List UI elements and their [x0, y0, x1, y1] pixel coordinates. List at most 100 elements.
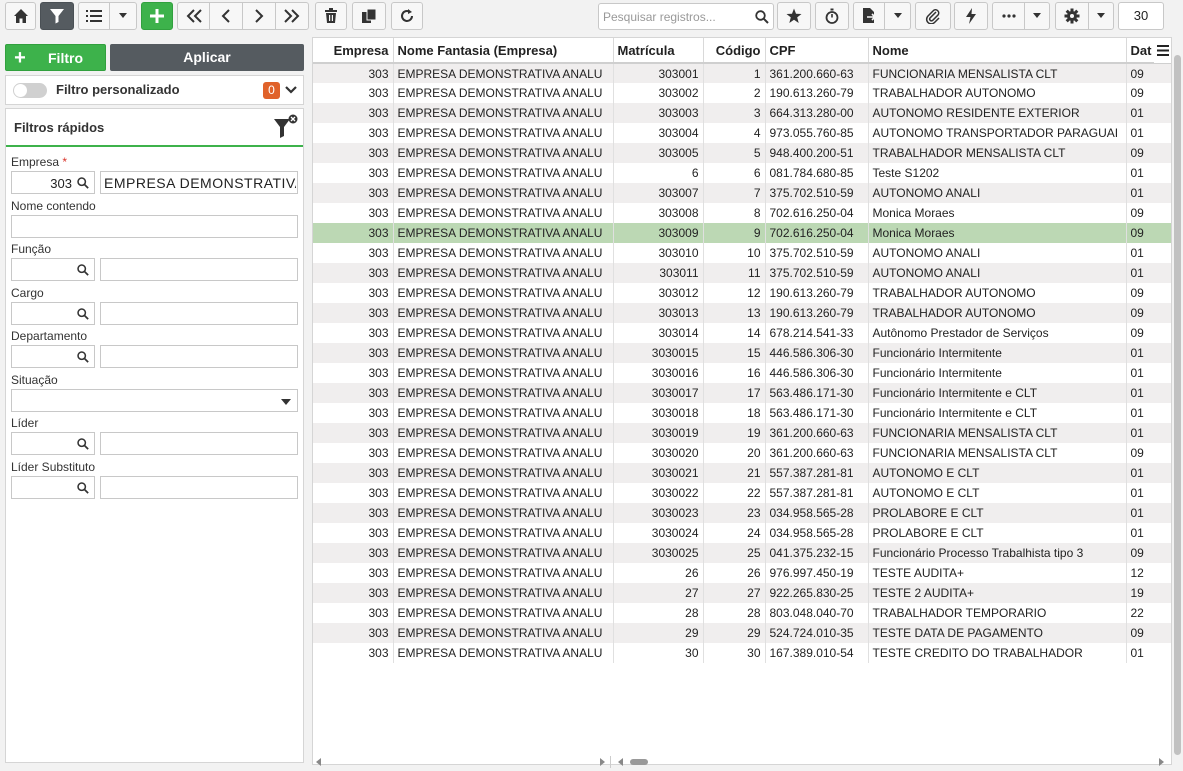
table-row[interactable]: 303 EMPRESA DEMONSTRATIVA ANALU 3030018 18 5… [313, 403, 1171, 423]
cell-data[interactable]: 09 [1126, 223, 1171, 243]
cell-nome[interactable]: TESTE CREDITO DO TRABALHADOR [868, 643, 1127, 663]
cell-nome-fantasia[interactable]: EMPRESA DEMONSTRATIVA ANALU [393, 403, 614, 423]
cell-data[interactable]: 09 [1126, 303, 1171, 323]
cell-cpf[interactable]: 375.702.510-59 [765, 263, 869, 283]
cell-cpf[interactable]: 524.724.010-35 [765, 623, 869, 643]
horizontal-scroll-thumb[interactable] [630, 759, 648, 765]
cell-nome[interactable]: TRABALHADOR AUTONOMO [868, 83, 1127, 103]
cell-empresa[interactable]: 303 [313, 423, 394, 443]
table-row[interactable]: 303 EMPRESA DEMONSTRATIVA ANALU 303010 10 37… [313, 243, 1171, 263]
table-row[interactable]: 303 EMPRESA DEMONSTRATIVA ANALU 3030022 22 5… [313, 483, 1171, 503]
cell-data[interactable]: 01 [1126, 383, 1171, 403]
scroll-right-arrow[interactable] [1159, 758, 1164, 766]
cell-data[interactable]: 01 [1126, 463, 1171, 483]
cell-matricula[interactable]: 3030016 [613, 363, 704, 383]
cell-cpf[interactable]: 922.265.830-25 [765, 583, 869, 603]
actions-button[interactable] [954, 2, 988, 30]
cell-nome-fantasia[interactable]: EMPRESA DEMONSTRATIVA ANALU [393, 83, 614, 103]
horizontal-scrollbar[interactable] [312, 756, 1172, 768]
table-row[interactable]: 303 EMPRESA DEMONSTRATIVA ANALU 3030024 24 0… [313, 523, 1171, 543]
report-button[interactable] [853, 2, 885, 30]
cell-codigo[interactable]: 6 [703, 163, 766, 183]
cell-nome-fantasia[interactable]: EMPRESA DEMONSTRATIVA ANALU [393, 343, 614, 363]
cell-codigo[interactable]: 26 [703, 563, 766, 583]
lider-substituto-code-input[interactable] [11, 476, 95, 499]
cell-cpf[interactable]: 948.400.200-51 [765, 143, 869, 163]
cell-empresa[interactable]: 303 [313, 343, 394, 363]
more-button[interactable] [992, 2, 1025, 30]
empresa-name-input[interactable]: EMPRESA DEMONSTRATIVA A [100, 171, 298, 194]
cell-matricula[interactable]: 303003 [613, 103, 704, 123]
cell-nome[interactable]: TRABALHADOR MENSALISTA CLT [868, 143, 1127, 163]
cell-empresa[interactable]: 303 [313, 283, 394, 303]
column-header[interactable]: Código [703, 38, 766, 64]
cargo-name-input[interactable] [100, 302, 298, 325]
scroll-left-arrow[interactable] [618, 758, 623, 766]
table-row[interactable]: 303 EMPRESA DEMONSTRATIVA ANALU 3030017 17 5… [313, 383, 1171, 403]
cell-data[interactable]: 19 [1126, 583, 1171, 603]
cell-empresa[interactable]: 303 [313, 403, 394, 423]
cell-matricula[interactable]: 303009 [613, 223, 704, 243]
table-row[interactable]: 303 EMPRESA DEMONSTRATIVA ANALU 303003 3 664… [313, 103, 1171, 123]
cell-data[interactable]: 01 [1126, 523, 1171, 543]
cell-empresa[interactable]: 303 [313, 383, 394, 403]
cell-data[interactable]: 01 [1126, 343, 1171, 363]
cell-codigo[interactable]: 1 [703, 63, 766, 83]
cell-matricula[interactable]: 303014 [613, 323, 704, 343]
cell-data[interactable]: 09 [1126, 283, 1171, 303]
horizontal-scroll-track[interactable] [312, 756, 1172, 768]
cell-cpf[interactable]: 190.613.260-79 [765, 283, 869, 303]
cell-nome[interactable]: Teste S1202 [868, 163, 1127, 183]
cell-matricula[interactable]: 26 [613, 563, 704, 583]
cell-codigo[interactable]: 30 [703, 643, 766, 663]
cell-cpf[interactable]: 034.958.565-28 [765, 523, 869, 543]
table-row[interactable]: 303 EMPRESA DEMONSTRATIVA ANALU 303005 5 948… [313, 143, 1171, 163]
cell-cpf[interactable]: 973.055.760-85 [765, 123, 869, 143]
cell-nome[interactable]: AUTONOMO ANALI [868, 183, 1127, 203]
cell-codigo[interactable]: 5 [703, 143, 766, 163]
cell-codigo[interactable]: 21 [703, 463, 766, 483]
cell-nome-fantasia[interactable]: EMPRESA DEMONSTRATIVA ANALU [393, 303, 614, 323]
search-icon[interactable] [77, 264, 89, 276]
cell-nome[interactable]: TRABALHADOR AUTONOMO [868, 303, 1127, 323]
cell-nome[interactable]: PROLABORE E CLT [868, 523, 1127, 543]
cell-cpf[interactable]: 664.313.280-00 [765, 103, 869, 123]
cell-data[interactable]: 01 [1126, 263, 1171, 283]
cell-nome-fantasia[interactable]: EMPRESA DEMONSTRATIVA ANALU [393, 183, 614, 203]
column-menu-button[interactable] [1154, 38, 1171, 63]
cell-nome[interactable]: PROLABORE E CLT [868, 503, 1127, 523]
cell-empresa[interactable]: 303 [313, 323, 394, 343]
add-button[interactable] [141, 2, 173, 30]
cell-empresa[interactable]: 303 [313, 643, 394, 663]
cell-nome[interactable]: AUTONOMO E CLT [868, 463, 1127, 483]
search-icon[interactable] [77, 482, 89, 494]
table-row[interactable]: 303 EMPRESA DEMONSTRATIVA ANALU 303002 2 190… [313, 83, 1171, 103]
cell-cpf[interactable]: 167.389.010-54 [765, 643, 869, 663]
cell-data[interactable]: 01 [1126, 363, 1171, 383]
cell-matricula[interactable]: 3030015 [613, 343, 704, 363]
cell-nome[interactable]: Funcionário Intermitente [868, 343, 1127, 363]
table-row[interactable]: 303 EMPRESA DEMONSTRATIVA ANALU 28 28 803.04… [313, 603, 1171, 623]
home-button[interactable] [5, 2, 36, 30]
cell-nome-fantasia[interactable]: EMPRESA DEMONSTRATIVA ANALU [393, 583, 614, 603]
lider-code-input[interactable] [11, 432, 95, 455]
cell-empresa[interactable]: 303 [313, 103, 394, 123]
cell-empresa[interactable]: 303 [313, 603, 394, 623]
cell-codigo[interactable]: 8 [703, 203, 766, 223]
table-row[interactable]: 303 EMPRESA DEMONSTRATIVA ANALU 3030019 19 3… [313, 423, 1171, 443]
cell-codigo[interactable]: 20 [703, 443, 766, 463]
table-row[interactable]: 303 EMPRESA DEMONSTRATIVA ANALU 3030021 21 5… [313, 463, 1171, 483]
cell-cpf[interactable]: 557.387.281-81 [765, 483, 869, 503]
favorite-button[interactable] [777, 2, 811, 30]
cell-matricula[interactable]: 303010 [613, 243, 704, 263]
cell-codigo[interactable]: 24 [703, 523, 766, 543]
cell-codigo[interactable]: 15 [703, 343, 766, 363]
last-page-button[interactable] [275, 2, 309, 30]
attachment-button[interactable] [915, 2, 951, 30]
report-dropdown[interactable] [884, 2, 911, 30]
cell-codigo[interactable]: 13 [703, 303, 766, 323]
table-row[interactable]: 303 EMPRESA DEMONSTRATIVA ANALU 3030020 20 3… [313, 443, 1171, 463]
cell-cpf[interactable]: 361.200.660-63 [765, 443, 869, 463]
cell-empresa[interactable]: 303 [313, 143, 394, 163]
search-box[interactable] [598, 3, 774, 30]
